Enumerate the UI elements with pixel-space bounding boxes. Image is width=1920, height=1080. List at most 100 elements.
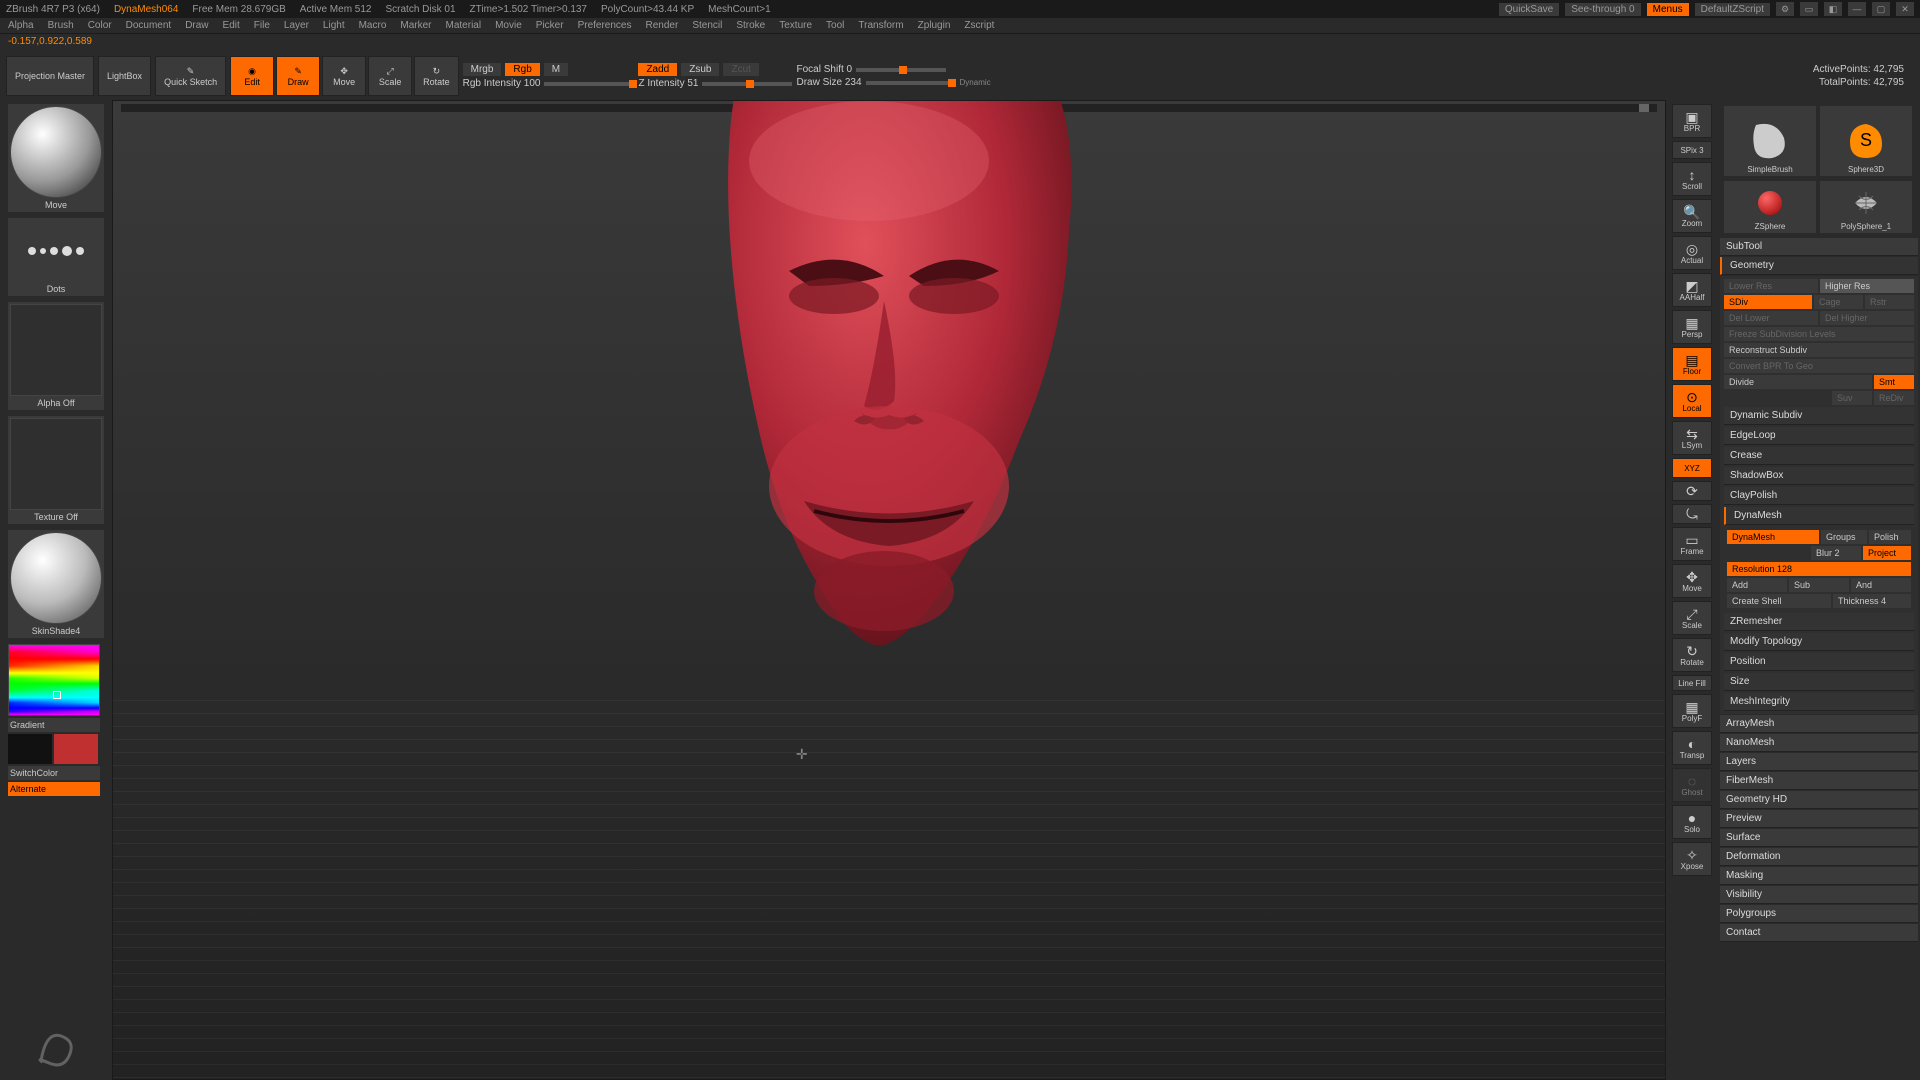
menu-material[interactable]: Material [446,20,482,31]
thickness-slider[interactable]: Thickness 4 [1833,594,1911,608]
stroke-selector[interactable]: Dots [8,218,104,296]
material-selector[interactable]: SkinShade4 [8,530,104,638]
scale-view-button[interactable]: ⤢Scale [1672,601,1712,635]
menu-brush[interactable]: Brush [48,20,74,31]
menu-macro[interactable]: Macro [359,20,387,31]
claypolish-header[interactable]: ClayPolish [1724,487,1914,505]
default-zscript[interactable]: DefaultZScript [1695,3,1770,16]
size-header[interactable]: Size [1724,673,1914,691]
dynamesh-header[interactable]: DynaMesh [1724,507,1914,525]
floor-button[interactable]: ▤Floor [1672,347,1712,381]
transp-button[interactable]: ◐Transp [1672,731,1712,765]
menu-light[interactable]: Light [323,20,345,31]
sdiv-slider[interactable]: SDiv [1724,295,1812,309]
mrgb-button[interactable]: Mrgb [463,63,502,76]
edgeloop-header[interactable]: EdgeLoop [1724,427,1914,445]
m-button[interactable]: M [544,63,568,76]
groups-button[interactable]: Groups [1821,530,1867,544]
dynamesh-button[interactable]: DynaMesh [1727,530,1819,544]
menu-draw[interactable]: Draw [185,20,208,31]
move-view-button[interactable]: ✥Move [1672,564,1712,598]
viewport-canvas[interactable]: ✛ [112,100,1666,1080]
fibermesh-header[interactable]: FiberMesh [1720,772,1918,790]
aahalf-button[interactable]: ◩AAHalf [1672,273,1712,307]
texture-selector[interactable]: Texture Off [8,416,104,524]
draw-size-slider[interactable]: Draw Size 234 Dynamic [796,77,990,88]
menu-texture[interactable]: Texture [779,20,812,31]
suv-button[interactable]: Suv [1832,391,1872,405]
rstr-button[interactable]: Rstr [1865,295,1914,309]
draw-mode-button[interactable]: ✎Draw [276,56,320,96]
polish-button[interactable]: Polish [1869,530,1911,544]
projection-master-button[interactable]: Projection Master [6,56,94,96]
spix-slider[interactable]: SPix 3 [1672,141,1712,159]
geometry-panel-header[interactable]: Geometry [1720,257,1918,275]
menu-alpha[interactable]: Alpha [8,20,34,31]
menu-render[interactable]: Render [646,20,679,31]
lsym-button[interactable]: ⇆LSym [1672,421,1712,455]
layers-header[interactable]: Layers [1720,753,1918,771]
subtool-panel-header[interactable]: SubTool [1720,238,1918,256]
brush-selector[interactable]: Move [8,104,104,212]
crease-header[interactable]: Crease [1724,447,1914,465]
gradient-toggle[interactable]: Gradient [8,718,100,732]
divide-button[interactable]: Divide [1724,375,1872,389]
contact-header[interactable]: Contact [1720,924,1918,942]
smt-button[interactable]: Smt [1874,375,1914,389]
menu-marker[interactable]: Marker [400,20,431,31]
menu-file[interactable]: File [254,20,270,31]
layout-icon[interactable]: ▭ [1800,2,1818,16]
convert-bpr-button[interactable]: Convert BPR To Geo [1724,359,1914,373]
zadd-button[interactable]: Zadd [638,63,677,76]
position-header[interactable]: Position [1724,653,1914,671]
dellower-button[interactable]: Del Lower [1724,311,1818,325]
cage-button[interactable]: Cage [1814,295,1863,309]
and-button[interactable]: And [1851,578,1911,592]
snap-y-icon[interactable]: ⟳ [1672,481,1712,501]
menu-stencil[interactable]: Stencil [692,20,722,31]
menu-tool[interactable]: Tool [826,20,844,31]
blur-slider[interactable]: Blur 2 [1811,546,1861,560]
z-intensity-slider[interactable]: Z Intensity 51 [638,78,792,89]
scroll-button[interactable]: ↕Scroll [1672,162,1712,196]
rotate-mode-button[interactable]: ↻Rotate [414,56,459,96]
close-icon[interactable]: ✕ [1896,2,1914,16]
reconstruct-subdiv-button[interactable]: Reconstruct Subdiv [1724,343,1914,357]
visibility-header[interactable]: Visibility [1720,886,1918,904]
menu-edit[interactable]: Edit [223,20,240,31]
rediv-button[interactable]: ReDiv [1874,391,1914,405]
xpose-button[interactable]: ✧Xpose [1672,842,1712,876]
menu-picker[interactable]: Picker [536,20,564,31]
alternate-button[interactable]: Alternate [8,782,100,796]
tool-thumb-simplebrush[interactable]: SimpleBrush [1724,106,1816,176]
menu-zscript[interactable]: Zscript [964,20,994,31]
polygroups-header[interactable]: Polygroups [1720,905,1918,923]
dynamic-subdiv-header[interactable]: Dynamic Subdiv [1724,407,1914,425]
persp-button[interactable]: ▦Persp [1672,310,1712,344]
color-ui-icon[interactable]: ◧ [1824,2,1842,16]
shadowbox-header[interactable]: ShadowBox [1724,467,1914,485]
zcut-button[interactable]: Zcut [723,63,758,76]
resolution-slider[interactable]: Resolution 128 [1727,562,1911,576]
quicksketch-button[interactable]: ✎Quick Sketch [155,56,226,96]
snap-z-icon[interactable]: ⤿ [1672,504,1712,524]
rgb-intensity-slider[interactable]: Rgb Intensity 100 [463,78,635,89]
edit-mode-button[interactable]: ◉Edit [230,56,274,96]
quicksave-button[interactable]: QuickSave [1499,3,1559,16]
seethrough-slider[interactable]: See-through 0 [1565,3,1640,16]
menu-preferences[interactable]: Preferences [578,20,632,31]
menu-stroke[interactable]: Stroke [736,20,765,31]
frame-button[interactable]: ▭Frame [1672,527,1712,561]
lightbox-button[interactable]: LightBox [98,56,151,96]
solo-button[interactable]: ●Solo [1672,805,1712,839]
secondary-color-swatch[interactable] [8,734,52,764]
project-button[interactable]: Project [1863,546,1911,560]
surface-header[interactable]: Surface [1720,829,1918,847]
menu-movie[interactable]: Movie [495,20,522,31]
deformation-header[interactable]: Deformation [1720,848,1918,866]
nanomesh-header[interactable]: NanoMesh [1720,734,1918,752]
menus-toggle[interactable]: Menus [1647,3,1689,16]
config-icon[interactable]: ⚙ [1776,2,1794,16]
local-button[interactable]: ⊙Local [1672,384,1712,418]
tool-thumb-sphere3d[interactable]: S Sphere3D [1820,106,1912,176]
